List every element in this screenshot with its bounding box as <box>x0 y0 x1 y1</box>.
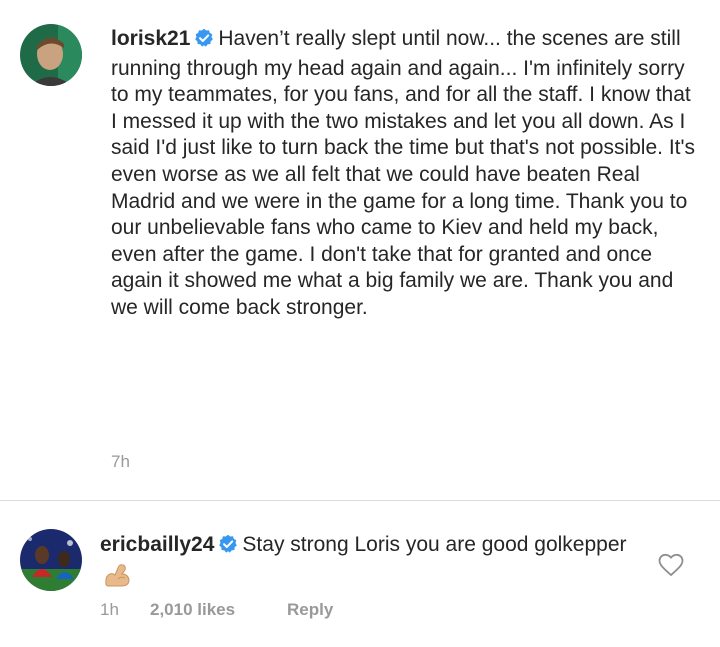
verified-badge-icon <box>218 534 238 562</box>
post-author-avatar[interactable] <box>20 24 82 86</box>
comment-timestamp: 1h <box>100 600 119 619</box>
post-username[interactable]: lorisk21 <box>111 27 190 50</box>
like-heart-icon[interactable] <box>658 553 684 582</box>
reply-button[interactable]: Reply <box>287 600 333 620</box>
post-timestamp: 7h <box>111 452 130 471</box>
comment-likes-count[interactable]: 2,010 likes <box>150 600 287 620</box>
comment-meta: 1h 2,010 likes Reply <box>100 600 333 620</box>
verified-badge-icon <box>194 28 214 56</box>
divider <box>0 500 720 501</box>
flexed-biceps-emoji <box>103 562 131 596</box>
comment: ericbailly24 Stay strong Loris you are go… <box>100 531 640 596</box>
comment-text: Stay strong Loris you are good golkepper <box>242 533 627 556</box>
post-caption: lorisk21 Haven’t really slept until now..… <box>111 26 701 322</box>
post-caption-text: Haven’t really slept until now... the sc… <box>111 27 695 319</box>
comment-author-avatar[interactable] <box>20 529 82 591</box>
comment-username[interactable]: ericbailly24 <box>100 533 214 556</box>
